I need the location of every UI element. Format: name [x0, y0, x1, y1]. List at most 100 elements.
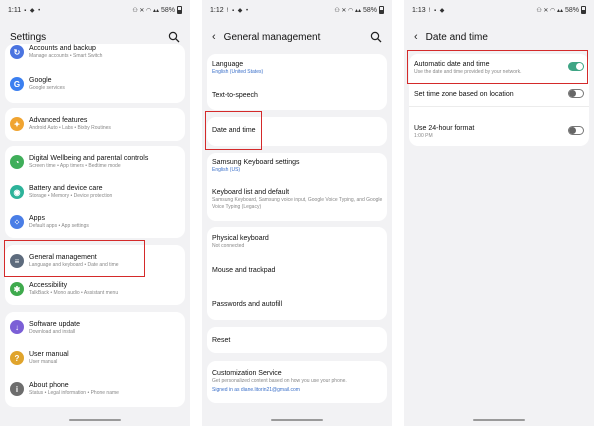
24-hour-format-toggle[interactable]	[568, 126, 584, 135]
settings-item-wellbeing[interactable]: ◔ Digital Wellbeing and parental control…	[5, 146, 185, 177]
gm-item-text-to-speech[interactable]: Text-to-speech	[207, 91, 387, 100]
home-indicator[interactable]	[473, 419, 525, 421]
date-and-time-screen: 1:13 ! ▪ ◆ ⚇ ✕ ◠ ▴▴ 58% ‹ Date and time …	[404, 0, 594, 426]
settings-item-general-management[interactable]: ≡ General management Language and keyboa…	[5, 245, 185, 275]
item-subtitle: Android Auto • Labs • Bixby Routines	[29, 125, 111, 131]
wellbeing-icon: ◔	[10, 155, 24, 169]
item-title: Digital Wellbeing and parental controls	[29, 155, 149, 162]
status-time: 1:12	[210, 6, 224, 14]
item-title: Reset	[212, 337, 231, 344]
settings-item-about-phone[interactable]: i About phone Status • Legal information…	[5, 374, 185, 406]
notification-icons: ! ▪ ◆ •	[226, 7, 250, 14]
gm-item-language[interactable]: Language English (United States)	[207, 60, 387, 76]
item-subtitle: English (US)	[212, 167, 241, 173]
item-subtitle: Language and keyboard • Date and time	[29, 262, 119, 268]
home-indicator[interactable]	[69, 419, 121, 421]
dt-item-24-hour[interactable]: Use 24-hour format 1:00 PM	[409, 124, 589, 140]
user-manual-icon: ?	[10, 351, 24, 365]
item-title: Samsung Keyboard settings	[212, 159, 300, 166]
item-title: Accessibility	[29, 282, 68, 289]
back-arrow-icon[interactable]: ‹	[414, 31, 418, 43]
settings-item-google[interactable]: G Google Google services	[5, 69, 185, 99]
item-title: Mouse and trackpad	[212, 267, 276, 274]
search-icon[interactable]	[168, 31, 180, 43]
settings-card-about: ↓ Software update Download and install ?…	[5, 312, 185, 407]
notification-icons: ! ▪ ◆	[428, 7, 446, 14]
page-title: General management	[223, 31, 321, 43]
search-icon[interactable]	[370, 31, 382, 43]
item-subtitle: English (United States)	[212, 69, 264, 75]
battery-percent: 58%	[564, 6, 579, 14]
gm-item-samsung-keyboard[interactable]: Samsung Keyboard settings English (US)	[207, 158, 387, 174]
item-title: Automatic date and time	[414, 61, 490, 68]
automatic-date-toggle[interactable]	[568, 62, 584, 71]
dt-item-automatic[interactable]: Automatic date and time Use the date and…	[409, 60, 589, 76]
item-title: Set time zone based on location	[414, 91, 514, 98]
item-subtitle: Google services	[29, 85, 65, 91]
dt-item-time-zone-location[interactable]: Set time zone based on location	[409, 90, 589, 99]
settings-item-apps[interactable]: ⁘ Apps Default apps • App settings	[5, 207, 185, 238]
settings-item-advanced-features[interactable]: ✦ Advanced features Android Auto • Labs …	[5, 108, 185, 141]
settings-card-device: ◔ Digital Wellbeing and parental control…	[5, 146, 185, 238]
battery-care-icon: ◉	[10, 185, 24, 199]
item-title: User manual	[29, 351, 69, 358]
settings-item-software-update[interactable]: ↓ Software update Download and install	[5, 312, 185, 343]
item-subtitle: Samsung Keyboard, Samsung voice input, G…	[212, 197, 383, 210]
item-subtitle: Not connected	[212, 243, 245, 249]
gm-item-keyboard-list[interactable]: Keyboard list and default Samsung Keyboa…	[207, 188, 387, 211]
signal-icons: ⚇ ✕ ◠ ▴▴	[132, 7, 159, 14]
general-management-screen: 1:12 ! ▪ ◆ • ⚇ ✕ ◠ ▴▴ 58% ‹ General mana…	[202, 0, 392, 426]
home-indicator[interactable]	[271, 419, 323, 421]
settings-item-accessibility[interactable]: ✱ Accessibility TalkBack • Mono audio • …	[5, 275, 185, 305]
apps-icon: ⁘	[10, 215, 24, 229]
gm-item-reset[interactable]: Reset	[207, 336, 387, 345]
settings-card-accounts: ↻ Accounts and backup Manage accounts • …	[5, 44, 185, 103]
settings-card-general: ≡ General management Language and keyboa…	[5, 245, 185, 305]
status-time: 1:13	[412, 6, 426, 14]
item-title: Customization Service	[212, 370, 282, 377]
item-title: Language	[212, 61, 244, 68]
item-subtitle: Download and install	[29, 329, 76, 335]
item-title: Date and time	[212, 127, 256, 134]
item-title: Accounts and backup	[29, 45, 96, 52]
battery-percent: 58%	[362, 6, 377, 14]
item-title: Battery and device care	[29, 185, 103, 192]
gm-item-passwords-autofill[interactable]: Passwords and autofill	[207, 300, 387, 309]
gm-item-physical-keyboard[interactable]: Physical keyboard Not connected	[207, 234, 387, 250]
notification-icons: ▪ ◆ •	[24, 7, 42, 14]
status-bar: 1:11 ▪ ◆ • ⚇ ✕ ◠ ▴▴ 58%	[0, 0, 190, 20]
time-zone-location-toggle[interactable]	[568, 89, 584, 98]
item-title: Advanced features	[29, 117, 88, 124]
gm-item-customization-service[interactable]: Customization Service Get personalized c…	[207, 369, 387, 394]
item-title: Software update	[29, 321, 80, 328]
settings-card-advanced: ✦ Advanced features Android Auto • Labs …	[5, 108, 185, 141]
item-subtitle: Status • Legal information • Phone name	[29, 390, 119, 396]
settings-item-accounts[interactable]: ↻ Accounts and backup Manage accounts • …	[5, 44, 185, 64]
gm-item-date-and-time[interactable]: Date and time	[207, 126, 387, 135]
about-phone-icon: i	[10, 382, 24, 396]
general-management-header: ‹ General management	[202, 26, 392, 48]
item-subtitle: User manual	[29, 359, 58, 365]
gm-item-mouse-trackpad[interactable]: Mouse and trackpad	[207, 266, 387, 275]
item-subtitle: Screen time • App timers • Bedtime mode	[29, 163, 121, 169]
advanced-features-icon: ✦	[10, 117, 24, 131]
settings-screen: 1:11 ▪ ◆ • ⚇ ✕ ◠ ▴▴ 58% Settings ↻ Accou…	[0, 0, 190, 426]
signal-icons: ⚇ ✕ ◠ ▴▴	[334, 7, 361, 14]
battery-icon	[379, 6, 384, 14]
settings-item-battery[interactable]: ◉ Battery and device care Storage • Memo…	[5, 177, 185, 207]
item-subtitle: Use the date and time provided by your n…	[414, 69, 522, 75]
software-update-icon: ↓	[10, 320, 24, 334]
signal-icons: ⚇ ✕ ◠ ▴▴	[536, 7, 563, 14]
back-arrow-icon[interactable]: ‹	[212, 31, 216, 43]
divider	[409, 106, 589, 107]
status-bar: 1:12 ! ▪ ◆ • ⚇ ✕ ◠ ▴▴ 58%	[202, 0, 392, 20]
settings-item-user-manual[interactable]: ? User manual User manual	[5, 343, 185, 374]
battery-percent: 58%	[160, 6, 175, 14]
status-time: 1:11	[8, 6, 22, 14]
item-title: Apps	[29, 215, 45, 222]
status-bar: 1:13 ! ▪ ◆ ⚇ ✕ ◠ ▴▴ 58%	[404, 0, 594, 20]
item-title: About phone	[29, 382, 69, 389]
item-title: Use 24-hour format	[414, 125, 475, 132]
page-title: Settings	[10, 31, 47, 43]
item-subtitle: Storage • Memory • Device protection	[29, 193, 113, 199]
